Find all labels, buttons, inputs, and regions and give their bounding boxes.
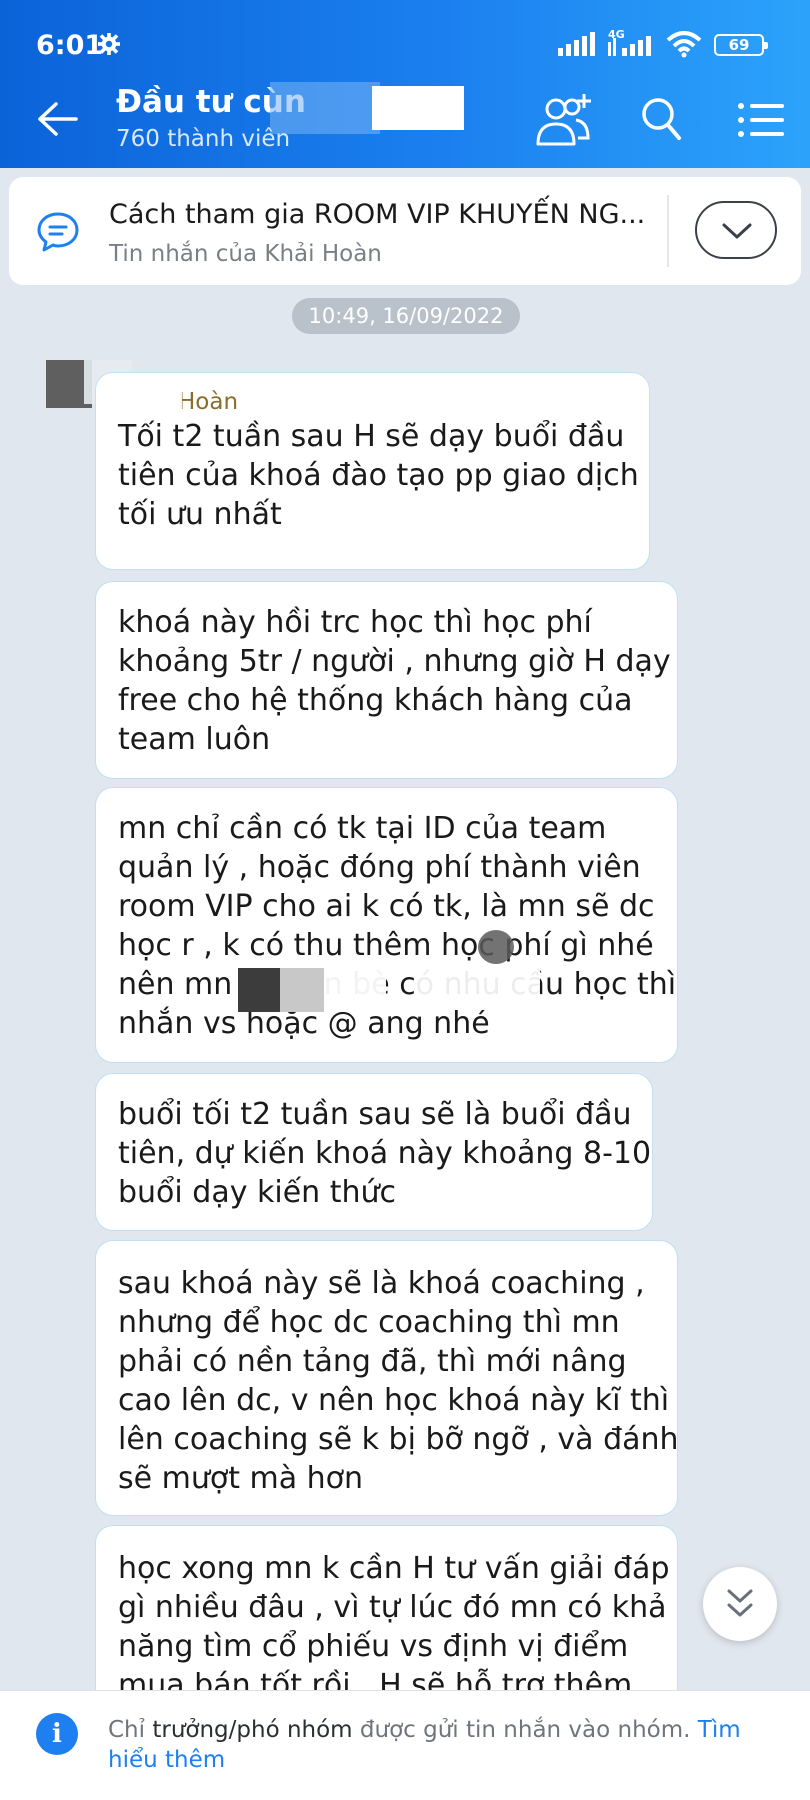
signal-icon <box>558 32 595 56</box>
message-line: gì nhiều đâu , vì tự lúc đó mn có khả <box>118 1590 667 1625</box>
pinned-subtitle: Tin nhắn của Khải Hoàn <box>109 241 382 267</box>
message-line: cao lên dc, v nên học khoá này kĩ thì <box>118 1383 670 1418</box>
message-line: năng tìm cổ phiếu vs định vị điểm <box>118 1629 629 1664</box>
message-line: buổi tối t2 tuần sau sẽ là buổi đầu <box>118 1097 632 1132</box>
message-line: Tối t2 tuần sau H sẽ dạy buổi đầu <box>118 419 625 454</box>
add-member-icon[interactable] <box>530 92 598 148</box>
pinned-message[interactable]: Cách tham gia ROOM VIP KHUYẾN NG... Tin … <box>9 177 801 285</box>
top-bar: 6:01 4G 69 Đầu tư cùn 760 thành viên <box>0 0 810 168</box>
message-line: lên coaching sẽ k bị bỡ ngỡ , và đánh <box>118 1422 679 1457</box>
message-bubble[interactable]: mn chỉ cần có tk tại ID của team quản lý… <box>95 787 678 1063</box>
pinned-title: Cách tham gia ROOM VIP KHUYẾN NG... <box>109 199 646 230</box>
message-line: nên mn có bạn bè có nhu cầu học thì <box>118 967 677 1002</box>
message-line: nhắn vs hoặc @ ang nhé <box>118 1006 490 1041</box>
message-bubble[interactable]: học xong mn k cần H tư vấn giải đáp gì n… <box>95 1525 678 1715</box>
message-line: quản lý , hoặc đóng phí thành viên <box>118 850 641 885</box>
message-line: sẽ mượt mà hơn <box>118 1461 364 1496</box>
redaction-box <box>372 86 464 130</box>
chat-bubble-icon <box>37 212 79 252</box>
chat-timestamp: 10:49, 16/09/2022 <box>292 298 520 334</box>
message-bubble[interactable]: buổi tối t2 tuần sau sẽ là buổi đầu tiên… <box>95 1073 653 1231</box>
battery-indicator: 69 <box>714 34 768 56</box>
back-arrow-icon[interactable] <box>36 100 78 138</box>
redaction-blur <box>478 930 514 964</box>
divider <box>667 195 669 267</box>
gear-icon <box>98 33 120 55</box>
status-time: 6:01 <box>36 30 104 61</box>
search-icon[interactable] <box>640 96 682 142</box>
status-bar: 6:01 4G 69 <box>0 0 810 70</box>
message-bubble[interactable]: khoá này hồi trc học thì học phí khoảng … <box>95 581 678 779</box>
notice-prefix: Chỉ <box>108 1717 153 1743</box>
redaction-blur <box>416 968 540 1010</box>
message-line: nhưng để học dc coaching thì mn <box>118 1305 620 1340</box>
scroll-to-bottom-button[interactable] <box>703 1567 777 1641</box>
notice-text: Chỉ trưởng/phó nhóm được gửi tin nhắn và… <box>108 1715 788 1775</box>
redaction-blur <box>324 968 386 1012</box>
message-line: tiên của khoá đào tạo pp giao dịch <box>118 458 639 493</box>
notice-middle: được gửi tin nhắn vào nhóm. <box>352 1717 698 1743</box>
message-line: buổi dạy kiến thức <box>118 1175 396 1210</box>
sender-name: Hoàn <box>178 389 239 415</box>
expand-pinned-button[interactable] <box>695 201 777 259</box>
message-line: team luôn <box>118 722 271 757</box>
message-line: mn chỉ cần có tk tại ID của team <box>118 811 607 846</box>
signal-icon-2 <box>608 36 651 56</box>
redaction-blur <box>280 968 324 1012</box>
redaction-blur <box>238 968 282 1012</box>
redaction-blur <box>120 376 182 412</box>
message-line: tiên, dự kiến khoá này khoảng 8-10 <box>118 1136 652 1171</box>
message-line: khoá này hồi trc học thì học phí <box>118 605 592 640</box>
message-line: free cho hệ thống khách hàng của <box>118 683 633 718</box>
message-line: phải có nền tảng đã, thì mới nâng <box>118 1344 627 1379</box>
message-bubble[interactable]: sau khoá này sẽ là khoá coaching , nhưng… <box>95 1240 679 1516</box>
message-line: học xong mn k cần H tư vấn giải đáp <box>118 1551 670 1586</box>
wifi-icon <box>666 31 702 58</box>
menu-icon[interactable] <box>738 102 784 138</box>
message-line: room VIP cho ai k có tk, là mn sẽ dc <box>118 889 655 924</box>
message-line: học r , k có thu thêm học phí gì nhé <box>118 928 654 963</box>
message-line: tối ưu nhất <box>118 497 282 532</box>
info-icon: i <box>36 1713 78 1755</box>
double-chevron-down-icon <box>727 1589 753 1617</box>
message-line: khoảng 5tr / người , nhưng giờ H dạy <box>118 644 671 679</box>
message-line: sau khoá này sẽ là khoá coaching , <box>118 1266 645 1301</box>
member-count[interactable]: 760 thành viên <box>116 126 290 152</box>
chat-header: Đầu tư cùn 760 thành viên <box>0 70 810 168</box>
notice-role: trưởng/phó nhóm <box>152 1717 353 1743</box>
restricted-notice: i Chỉ trưởng/phó nhóm được gửi tin nhắn … <box>0 1690 810 1800</box>
chevron-down-icon <box>722 223 752 239</box>
